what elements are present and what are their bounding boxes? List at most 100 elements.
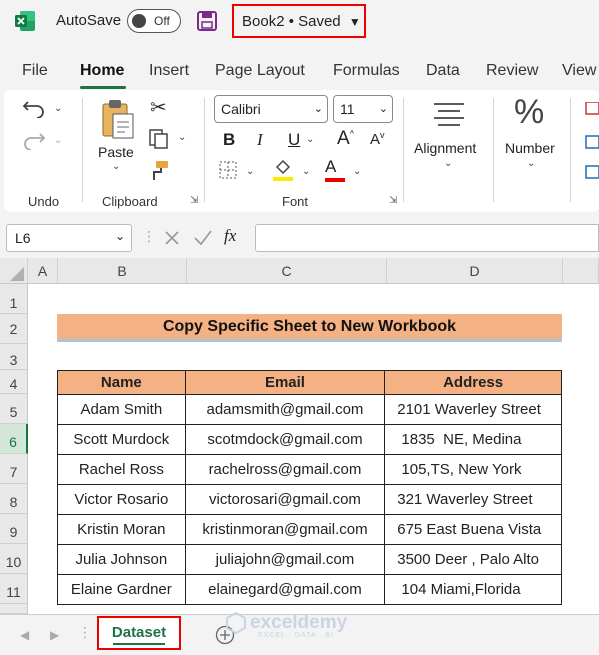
cell-email[interactable]: kristinmoran@gmail.com (184, 514, 386, 545)
redo-chevron-icon[interactable]: ⌄ (54, 135, 62, 146)
cell-name[interactable]: Rachel Ross (57, 454, 186, 485)
group-divider (570, 98, 571, 202)
grow-font-button[interactable]: A^ (337, 128, 354, 150)
number-label[interactable]: Number (505, 140, 555, 156)
cell-address[interactable]: 104 Miami,Florida (384, 574, 562, 605)
alignment-label[interactable]: Alignment (414, 140, 476, 156)
undo-chevron-icon[interactable]: ⌄ (54, 103, 62, 114)
scroll-left-icon[interactable]: ◀ (20, 628, 29, 642)
tab-formulas[interactable]: Formulas (333, 62, 400, 80)
cell-address[interactable]: 321 Waverley Street (384, 484, 562, 515)
select-all-corner[interactable] (0, 258, 28, 284)
undo-icon[interactable] (22, 98, 46, 118)
redo-icon[interactable] (22, 130, 46, 150)
font-name-select[interactable]: Calibri ⌄ (214, 95, 328, 123)
font-name-value: Calibri (221, 101, 261, 117)
cell-email[interactable]: victorosari@gmail.com (184, 484, 386, 515)
borders-chevron-icon[interactable]: ⌄ (246, 166, 254, 177)
cut-icon[interactable]: ✂ (150, 95, 167, 120)
copy-icon[interactable] (148, 128, 170, 150)
bold-button[interactable]: B (223, 130, 235, 150)
tab-data[interactable]: Data (426, 62, 460, 80)
tab-home[interactable]: Home (80, 62, 124, 80)
header-email[interactable]: Email (184, 370, 386, 395)
row-header-3[interactable]: 3 (0, 344, 28, 370)
save-icon[interactable] (196, 10, 218, 32)
cell-name[interactable]: Julia Johnson (57, 544, 186, 575)
cell-name[interactable]: Adam Smith (57, 394, 186, 425)
paste-chevron-icon[interactable]: ⌄ (112, 161, 120, 172)
cell-address[interactable]: 3500 Deer , Palo Alto (384, 544, 562, 575)
clipboard-launcher-icon[interactable]: ⇲ (190, 195, 198, 206)
italic-button[interactable]: I (257, 130, 263, 150)
fill-color-chevron-icon[interactable]: ⌄ (302, 166, 310, 177)
workbook-title-button[interactable]: Book2 • Saved ▼ (232, 4, 366, 38)
cell-name[interactable]: Scott Murdock (57, 424, 186, 455)
shrink-font-button[interactable]: Av (370, 130, 385, 148)
cell-name[interactable]: Kristin Moran (57, 514, 186, 545)
name-box[interactable]: L6 ⌄ (6, 224, 132, 252)
format-painter-icon[interactable] (148, 160, 170, 182)
alignment-icon[interactable] (432, 100, 466, 130)
row-header-6[interactable]: 6 (0, 424, 28, 454)
column-header-d[interactable]: D (387, 258, 563, 284)
cell-email[interactable]: rachelross@gmail.com (184, 454, 386, 485)
row-header-7[interactable]: 7 (0, 454, 28, 484)
paste-icon[interactable] (99, 98, 135, 140)
insert-function-button[interactable]: fx (224, 226, 236, 246)
row-header-10[interactable]: 10 (0, 544, 28, 574)
font-launcher-icon[interactable]: ⇲ (389, 195, 397, 206)
scroll-right-icon[interactable]: ▶ (50, 628, 59, 642)
column-header-c[interactable]: C (187, 258, 387, 284)
header-address[interactable]: Address (384, 370, 562, 395)
row-header-1[interactable]: 1 (0, 284, 28, 314)
tab-insert[interactable]: Insert (149, 62, 189, 80)
formula-input[interactable] (255, 224, 599, 252)
cell-email[interactable]: scotmdock@gmail.com (184, 424, 386, 455)
tab-review[interactable]: Review (486, 62, 538, 80)
cell-address[interactable]: 675 East Buena Vista (384, 514, 562, 545)
cell-name[interactable]: Victor Rosario (57, 484, 186, 515)
cell-address[interactable]: 105,TS, New York (384, 454, 562, 485)
alignment-chevron-icon[interactable]: ⌄ (444, 158, 452, 169)
row-header-8[interactable]: 8 (0, 484, 28, 514)
row-header-12[interactable] (0, 604, 28, 614)
fill-color-icon[interactable] (272, 157, 294, 183)
column-header-a[interactable]: A (28, 258, 58, 284)
cell-email[interactable]: elainegard@gmail.com (184, 574, 386, 605)
font-size-select[interactable]: 11 ⌄ (333, 95, 393, 123)
autosave-toggle[interactable]: Off (127, 9, 181, 33)
column-header-e[interactable] (563, 258, 599, 284)
copy-chevron-icon[interactable]: ⌄ (178, 132, 186, 143)
font-color-chevron-icon[interactable]: ⌄ (353, 166, 361, 177)
row-header-2[interactable]: 2 (0, 314, 28, 344)
cell-name[interactable]: Elaine Gardner (57, 574, 186, 605)
excel-logo-icon (15, 11, 35, 31)
row-header-11[interactable]: 11 (0, 574, 28, 604)
enter-check-icon[interactable] (193, 229, 213, 247)
paste-label[interactable]: Paste (98, 144, 134, 160)
underline-button[interactable]: U (288, 130, 300, 150)
row-header-9[interactable]: 9 (0, 514, 28, 544)
number-chevron-icon[interactable]: ⌄ (527, 158, 535, 169)
cell-email[interactable]: juliajohn@gmail.com (184, 544, 386, 575)
font-color-button[interactable]: A (325, 157, 345, 182)
tab-page-layout[interactable]: Page Layout (215, 62, 305, 80)
cell-address[interactable]: 1835 NE, Medina (384, 424, 562, 455)
header-name[interactable]: Name (57, 370, 186, 395)
underline-chevron-icon[interactable]: ⌄ (306, 134, 314, 145)
tab-file[interactable]: File (22, 62, 48, 80)
row-header-4[interactable]: 4 (0, 370, 28, 394)
sheet-tab-dataset[interactable]: Dataset (97, 616, 181, 650)
row-header-5[interactable]: 5 (0, 394, 28, 424)
column-header-b[interactable]: B (58, 258, 187, 284)
borders-icon[interactable] (218, 160, 238, 180)
sheet-title-cell[interactable]: Copy Specific Sheet to New Workbook (57, 314, 562, 342)
table-row: Victor Rosario victorosari@gmail.com 321… (57, 484, 562, 515)
percent-icon[interactable]: % (514, 93, 544, 132)
cell-email[interactable]: adamsmith@gmail.com (184, 394, 386, 425)
cancel-icon[interactable] (163, 229, 181, 247)
cell-address[interactable]: 2101 Waverley Street (384, 394, 562, 425)
tab-view[interactable]: View (562, 62, 596, 80)
styles-icons[interactable] (584, 102, 599, 182)
